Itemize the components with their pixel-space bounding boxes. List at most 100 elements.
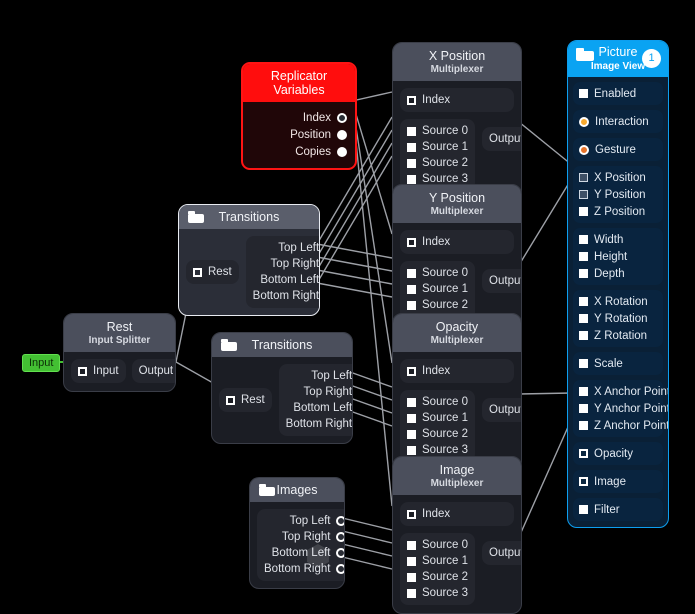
- port-square-icon[interactable]: [579, 297, 588, 306]
- port-square-icon[interactable]: [579, 89, 588, 98]
- port-row-source[interactable]: Source 1: [407, 139, 468, 155]
- port-row-depth[interactable]: Depth: [579, 265, 657, 282]
- port-row-output[interactable]: Bottom Left: [253, 272, 319, 288]
- port-index-circle-icon[interactable]: [337, 112, 347, 123]
- port-square-icon[interactable]: [407, 142, 416, 152]
- port-square-icon[interactable]: [579, 359, 588, 368]
- port-square-icon[interactable]: [579, 314, 588, 323]
- port-square-icon[interactable]: [579, 207, 588, 216]
- port-row-output[interactable]: Top Left: [286, 368, 352, 384]
- port-square-icon[interactable]: [579, 190, 588, 199]
- port-row-index[interactable]: Index: [407, 92, 507, 108]
- port-square-icon[interactable]: [407, 284, 416, 294]
- port-copies-circle-icon[interactable]: [337, 146, 347, 157]
- node-transitions-2[interactable]: Transitions Rest Top Left Top Right Bott…: [211, 332, 353, 444]
- port-row[interactable]: Copies: [251, 143, 347, 160]
- node-mux-opacity[interactable]: Opacity Multiplexer Index Source 0 Sourc…: [392, 313, 522, 471]
- port-square-icon[interactable]: [407, 509, 416, 519]
- port-row-source[interactable]: Source 0: [407, 265, 468, 281]
- port-square-icon[interactable]: [407, 174, 416, 184]
- port-row-output[interactable]: Top Right: [286, 384, 352, 400]
- port-row-index[interactable]: Index: [407, 363, 507, 379]
- port-row-source[interactable]: Source 3: [407, 585, 468, 601]
- port-row-opacity[interactable]: Opacity: [579, 445, 657, 462]
- port-row-output[interactable]: Bottom Left: [264, 545, 344, 561]
- port-row-image[interactable]: Image: [579, 473, 657, 490]
- port-row-z-position[interactable]: Z Position: [579, 203, 657, 220]
- port-row-x-anchor-point[interactable]: X Anchor Point: [579, 383, 668, 400]
- port-square-icon[interactable]: [407, 413, 416, 423]
- port-row-x-rotation[interactable]: X Rotation: [579, 293, 657, 310]
- port-row-output[interactable]: Bottom Right: [253, 288, 319, 304]
- port-row-rest[interactable]: Rest: [193, 264, 232, 280]
- port-square-icon[interactable]: [407, 588, 416, 598]
- port-square-icon[interactable]: [407, 95, 416, 105]
- port-square-icon[interactable]: [579, 331, 588, 340]
- port-circle-icon[interactable]: [336, 548, 344, 558]
- node-transitions-1[interactable]: Transitions Rest Top Left Top Right Bott…: [178, 204, 320, 316]
- port-row-output[interactable]: Top Left: [264, 513, 344, 529]
- port-row-input[interactable]: Input: [78, 363, 119, 379]
- port-row-y-position[interactable]: Y Position: [579, 186, 657, 203]
- port-row-source[interactable]: Source 2: [407, 297, 468, 313]
- node-graph-canvas[interactable]: Replicator Variables Index Position Copi…: [0, 0, 695, 614]
- port-row-interaction[interactable]: Interaction: [579, 113, 657, 130]
- port-row-source[interactable]: Source 0: [407, 394, 468, 410]
- node-rest-input-splitter[interactable]: Rest Input Splitter Input Output: [63, 313, 176, 392]
- port-circle-icon[interactable]: [579, 116, 589, 127]
- port-circle-icon[interactable]: [336, 564, 344, 574]
- port-square-icon[interactable]: [579, 421, 588, 430]
- port-row-source[interactable]: Source 1: [407, 410, 468, 426]
- port-row-output[interactable]: Output: [139, 363, 175, 379]
- port-row-height[interactable]: Height: [579, 248, 657, 265]
- port-row-source[interactable]: Source 0: [407, 537, 468, 553]
- port-square-icon[interactable]: [579, 505, 588, 514]
- port-square-icon[interactable]: [407, 429, 416, 439]
- port-square-icon[interactable]: [407, 366, 416, 376]
- port-row-source[interactable]: Source 2: [407, 569, 468, 585]
- port-row-output[interactable]: Top Left: [253, 240, 319, 256]
- port-square-icon[interactable]: [407, 300, 416, 310]
- node-replicator-variables[interactable]: Replicator Variables Index Position Copi…: [241, 62, 357, 170]
- port-row-output[interactable]: Bottom Left: [286, 400, 352, 416]
- port-square-icon[interactable]: [579, 252, 588, 261]
- port-row-output[interactable]: Top Right: [253, 256, 319, 272]
- port-square-icon[interactable]: [579, 235, 588, 244]
- port-row-y-anchor-point[interactable]: Y Anchor Point: [579, 400, 668, 417]
- port-row-source[interactable]: Source 1: [407, 281, 468, 297]
- port-row-source[interactable]: Source 2: [407, 426, 468, 442]
- port-row-output[interactable]: Bottom Right: [286, 416, 352, 432]
- port-row[interactable]: Position: [251, 126, 347, 143]
- node-images[interactable]: Images Top Left Top Right Bottom Left Bo…: [249, 477, 345, 589]
- port-square-icon[interactable]: [193, 267, 202, 277]
- port-circle-icon[interactable]: [579, 144, 589, 155]
- port-row-index[interactable]: Index: [407, 506, 507, 522]
- port-square-icon[interactable]: [579, 404, 588, 413]
- port-row-x-position[interactable]: X Position: [579, 169, 657, 186]
- port-row-output[interactable]: Output: [482, 541, 521, 565]
- port-row-gesture[interactable]: Gesture: [579, 141, 657, 158]
- port-position-circle-icon[interactable]: [337, 129, 347, 140]
- node-mux-image[interactable]: Image Multiplexer Index Source 0 Source …: [392, 456, 522, 614]
- node-picture-image-view[interactable]: Picture Image View 1 Enabled Interaction…: [567, 40, 669, 528]
- port-row-source[interactable]: Source 0: [407, 123, 468, 139]
- port-square-icon[interactable]: [579, 477, 588, 486]
- port-square-icon[interactable]: [579, 449, 588, 458]
- port-row-index[interactable]: Index: [407, 234, 507, 250]
- port-row-y-rotation[interactable]: Y Rotation: [579, 310, 657, 327]
- node-mux-x-position[interactable]: X Position Multiplexer Index Source 0 So…: [392, 42, 522, 200]
- port-row-output[interactable]: Bottom Right: [264, 561, 344, 577]
- port-row-enabled[interactable]: Enabled: [579, 85, 657, 102]
- port-circle-icon[interactable]: [336, 516, 344, 526]
- port-square-icon[interactable]: [226, 395, 235, 405]
- port-square-icon[interactable]: [407, 158, 416, 168]
- port-row-z-anchor-point[interactable]: Z Anchor Point: [579, 417, 668, 434]
- port-row[interactable]: Index: [251, 109, 347, 126]
- port-row-output[interactable]: Output: [482, 398, 521, 422]
- port-square-icon[interactable]: [579, 387, 588, 396]
- port-square-icon[interactable]: [407, 540, 416, 550]
- port-square-icon[interactable]: [407, 397, 416, 407]
- port-row-source[interactable]: Source 2: [407, 155, 468, 171]
- port-square-icon[interactable]: [579, 173, 588, 182]
- port-square-icon[interactable]: [78, 366, 87, 376]
